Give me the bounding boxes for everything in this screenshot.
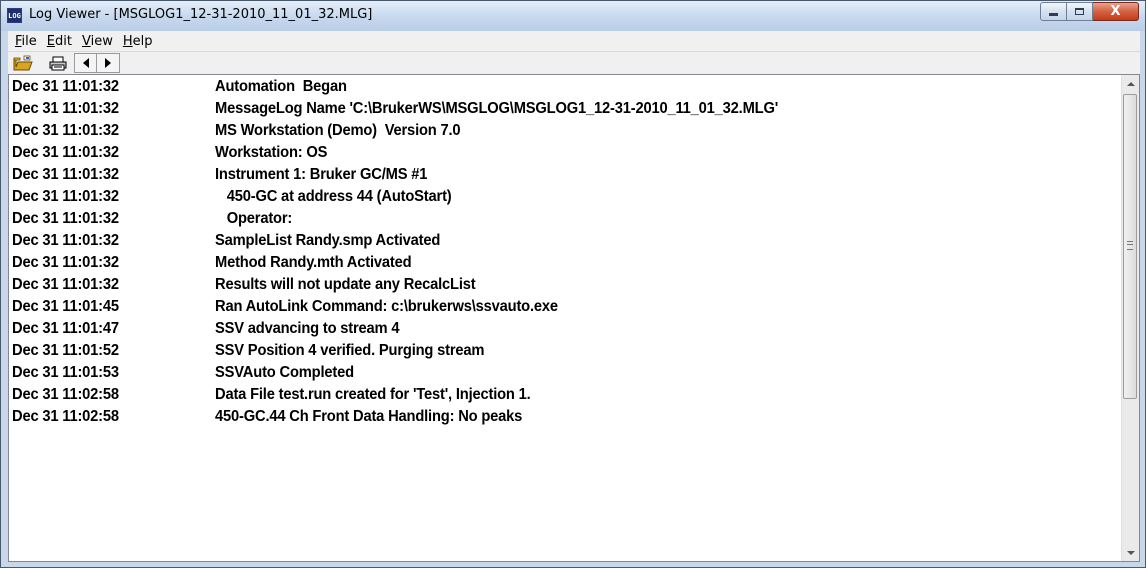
caption-buttons: X bbox=[1040, 2, 1139, 21]
log-timestamp: Dec 31 11:01:45 bbox=[12, 298, 119, 315]
window-title: Log Viewer - [MSGLOG1_12-31-2010_11_01_3… bbox=[29, 7, 373, 22]
log-message: 450-GC at address 44 (AutoStart) bbox=[215, 188, 452, 205]
log-entry: Dec 31 11:01:32 MessageLog Name 'C:\Bruke… bbox=[12, 98, 1119, 120]
log-timestamp: Dec 31 11:02:58 bbox=[12, 408, 119, 425]
log-entry: Dec 31 11:01:47 SSV advancing to stream 4 bbox=[12, 318, 1119, 340]
log-entry: Dec 31 11:01:32 Instrument 1: Bruker GC/M… bbox=[12, 164, 1119, 186]
menu-file[interactable]: File bbox=[15, 34, 37, 49]
grip-icon bbox=[1127, 241, 1133, 250]
log-entry: Dec 31 11:02:58 450-GC.44 Ch Front Data H… bbox=[12, 406, 1119, 428]
log-message: Ran AutoLink Command: c:\brukerws\ssvaut… bbox=[215, 298, 558, 315]
log-entry: Dec 31 11:01:32 Method Randy.mth Activate… bbox=[12, 252, 1119, 274]
log-entry: Dec 31 11:01:32 450-GC at address 44 (Au… bbox=[12, 186, 1119, 208]
log-entry: Dec 31 11:01:32 SampleList Randy.smp Acti… bbox=[12, 230, 1119, 252]
arrow-left-icon bbox=[82, 58, 89, 68]
maximize-button[interactable] bbox=[1067, 2, 1093, 21]
maximize-icon bbox=[1075, 8, 1084, 15]
log-message: MS Workstation (Demo) Version 7.0 bbox=[215, 122, 461, 139]
scroll-down-button[interactable] bbox=[1122, 544, 1139, 561]
log-timestamp: Dec 31 11:01:32 bbox=[12, 232, 119, 249]
scroll-down-icon bbox=[1126, 550, 1135, 555]
menu-bar: File Edit View Help bbox=[8, 31, 1140, 52]
log-message: Automation Began bbox=[215, 78, 347, 95]
log-timestamp: Dec 31 11:01:32 bbox=[12, 166, 119, 183]
title-bar[interactable]: LOG Log Viewer - [MSGLOG1_12-31-2010_11_… bbox=[1, 1, 1145, 31]
log-timestamp: Dec 31 11:01:32 bbox=[12, 144, 119, 161]
scrollbar-thumb[interactable] bbox=[1123, 94, 1137, 399]
log-entry: Dec 31 11:01:32 MS Workstation (Demo) Ver… bbox=[12, 120, 1119, 142]
printer-icon bbox=[49, 56, 67, 70]
open-file-button[interactable] bbox=[11, 53, 35, 73]
close-icon: X bbox=[1110, 4, 1121, 19]
log-message: 450-GC.44 Ch Front Data Handling: No pea… bbox=[215, 408, 523, 425]
log-message: Instrument 1: Bruker GC/MS #1 bbox=[215, 166, 428, 183]
log-timestamp: Dec 31 11:01:32 bbox=[12, 210, 119, 227]
log-text-area[interactable]: Dec 31 11:01:32 Automation Began Dec 31 11… bbox=[8, 74, 1140, 562]
scroll-up-icon bbox=[1126, 81, 1135, 86]
log-entry: Dec 31 11:01:32 Operator: bbox=[12, 208, 1119, 230]
log-timestamp: Dec 31 11:01:53 bbox=[12, 364, 119, 381]
log-message: SSV advancing to stream 4 bbox=[215, 320, 400, 337]
log-timestamp: Dec 31 11:01:32 bbox=[12, 276, 119, 293]
log-lines: Dec 31 11:01:32 Automation Began Dec 31 11… bbox=[12, 76, 1119, 428]
log-timestamp: Dec 31 11:01:47 bbox=[12, 320, 119, 337]
log-entry: Dec 31 11:01:32 Workstation: OS bbox=[12, 142, 1119, 164]
log-message: SSVAuto Completed bbox=[215, 364, 354, 381]
log-timestamp: Dec 31 11:01:32 bbox=[12, 122, 119, 139]
log-entry: Dec 31 11:01:53 SSVAuto Completed bbox=[12, 362, 1119, 384]
log-timestamp: Dec 31 11:02:58 bbox=[12, 386, 119, 403]
next-button[interactable] bbox=[97, 53, 120, 73]
log-message: Operator: bbox=[215, 210, 293, 227]
log-entry: Dec 31 11:01:45 Ran AutoLink Command: c:\… bbox=[12, 296, 1119, 318]
log-timestamp: Dec 31 11:01:32 bbox=[12, 254, 119, 271]
scroll-up-button[interactable] bbox=[1122, 75, 1139, 92]
log-message: SSV Position 4 verified. Purging stream bbox=[215, 342, 485, 359]
print-button[interactable] bbox=[46, 53, 70, 73]
log-entry: Dec 31 11:02:58 Data File test.run create… bbox=[12, 384, 1119, 406]
log-message: Results will not update any RecalcList bbox=[215, 276, 476, 293]
folder-open-icon bbox=[13, 55, 33, 70]
log-timestamp: Dec 31 11:01:32 bbox=[12, 188, 119, 205]
log-message: Method Randy.mth Activated bbox=[215, 254, 412, 271]
previous-button[interactable] bbox=[74, 53, 97, 73]
log-entry: Dec 31 11:01:32 Results will not update a… bbox=[12, 274, 1119, 296]
log-message: Data File test.run created for 'Test', I… bbox=[215, 386, 531, 403]
log-message: MessageLog Name 'C:\BrukerWS\MSGLOG\MSGL… bbox=[215, 100, 779, 117]
log-entry: Dec 31 11:01:52 SSV Position 4 verified. … bbox=[12, 340, 1119, 362]
menu-view[interactable]: View bbox=[82, 34, 113, 49]
log-message: Workstation: OS bbox=[215, 144, 328, 161]
log-timestamp: Dec 31 11:01:52 bbox=[12, 342, 119, 359]
log-entry: Dec 31 11:01:32 Automation Began bbox=[12, 76, 1119, 98]
log-viewer-window: LOG Log Viewer - [MSGLOG1_12-31-2010_11_… bbox=[0, 0, 1146, 568]
log-timestamp: Dec 31 11:01:32 bbox=[12, 78, 119, 95]
log-timestamp: Dec 31 11:01:32 bbox=[12, 100, 119, 117]
minimize-button[interactable] bbox=[1040, 2, 1067, 21]
menu-help[interactable]: Help bbox=[123, 34, 153, 49]
log-message: SampleList Randy.smp Activated bbox=[215, 232, 441, 249]
close-button[interactable]: X bbox=[1093, 2, 1139, 21]
log-app-icon: LOG bbox=[7, 8, 22, 23]
minimize-icon bbox=[1049, 13, 1058, 16]
menu-edit[interactable]: Edit bbox=[47, 34, 72, 49]
vertical-scrollbar[interactable] bbox=[1121, 75, 1139, 561]
arrow-right-icon bbox=[105, 58, 111, 68]
toolbar bbox=[8, 52, 1140, 74]
